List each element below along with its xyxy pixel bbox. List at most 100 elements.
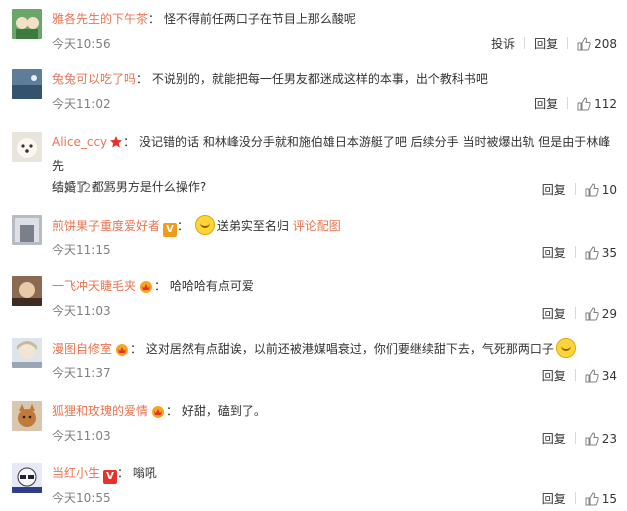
divider — [524, 37, 526, 49]
timestamp: 今天10:56 — [52, 37, 111, 51]
thumbs-up-icon — [577, 37, 591, 51]
timestamp: 今天11:02 — [52, 97, 111, 111]
timestamp: 今天12:12 — [52, 181, 111, 195]
like-count: 10 — [601, 183, 617, 197]
like-button[interactable]: 35 — [585, 246, 617, 260]
avatar[interactable] — [12, 276, 42, 306]
timestamp: 今天11:03 — [52, 304, 111, 318]
report-button[interactable]: 投诉 — [491, 37, 515, 51]
thumbs-up-icon — [585, 369, 599, 383]
username[interactable]: Alice_ccy — [52, 135, 107, 149]
comment-item: 兔兔可以吃了吗： 不说别的，就能把每一任男友都迷成这样的本事，出个教科书吧 今天… — [0, 69, 627, 119]
timestamp: 今天11:15 — [52, 243, 111, 257]
colon: ： — [123, 135, 136, 149]
vip-badge-icon: V — [103, 470, 118, 484]
comment-item: 当红小生 V： 嗡吼 今天10:55 回复 15 — [0, 463, 627, 508]
username[interactable]: 一飞冲天睫毛夹 — [52, 279, 136, 293]
thumbs-up-icon — [585, 183, 599, 197]
comment-text: 送弟实至名归 — [216, 219, 289, 233]
like-button[interactable]: 23 — [585, 432, 617, 446]
crown-badge-icon — [138, 279, 154, 300]
avatar[interactable] — [12, 463, 42, 493]
avatar[interactable] — [12, 69, 42, 99]
comment-text: 不说别的，就能把每一任男友都迷成这样的本事，出个教科书吧 — [151, 72, 488, 86]
reply-button[interactable]: 回复 — [542, 246, 566, 260]
like-button[interactable]: 112 — [577, 97, 617, 111]
timestamp: 今天10:55 — [52, 491, 111, 505]
divider — [574, 307, 576, 319]
comment-text-line-1: 没记错的话 和林峰没分手就和施伯雄日本游艇了吧 后续分手 当时被爆出轨 但是由于… — [52, 135, 611, 173]
comment-text: 嗡吼 — [132, 466, 157, 480]
like-count: 35 — [601, 246, 617, 260]
crown-badge-icon — [114, 342, 130, 363]
thumbs-up-icon — [585, 492, 599, 506]
username[interactable]: 当红小生 — [52, 466, 100, 480]
avatar[interactable] — [12, 401, 42, 431]
comment-item: 漫图自修室 ： 这对居然有点甜诶，以前还被港媒唱衰过，你们要继续甜下去，气死那两口… — [0, 338, 627, 383]
like-count: 15 — [601, 492, 617, 506]
like-button[interactable]: 34 — [585, 369, 617, 383]
colon: ： — [148, 12, 161, 26]
colon: ： — [117, 466, 130, 480]
colon: ： — [154, 279, 167, 293]
avatar[interactable] — [12, 338, 42, 368]
comment-item: 雅各先生的下午茶： 怪不得前任两口子在节目上那么酸呢 今天10:56 投诉 回复 2… — [0, 9, 627, 59]
crown-badge-icon — [150, 404, 166, 425]
colon: ： — [177, 219, 190, 233]
thumbs-up-icon — [577, 97, 591, 111]
comment-text: 哈哈哈有点可爱 — [169, 279, 254, 293]
thumbs-up-icon — [585, 246, 599, 260]
like-button[interactable]: 15 — [585, 492, 617, 506]
username[interactable]: 漫图自修室 — [52, 342, 112, 356]
username[interactable]: 狐狸和玫瑰的爱情 — [52, 404, 148, 418]
comment-text: 好甜，磕到了。 — [181, 404, 266, 418]
reply-button[interactable]: 回复 — [542, 183, 566, 197]
comment-image-link[interactable]: 评论配图 — [293, 219, 341, 233]
divider — [574, 432, 576, 444]
avatar[interactable] — [12, 9, 42, 39]
comment-item: Alice_ccy ： 没记错的话 和林峰没分手就和施伯雄日本游艇了吧 后续分手 … — [0, 132, 627, 197]
comment-text: 这对居然有点甜诶，以前还被港媒唱衰过，你们要继续甜下去，气死那两口子 — [145, 342, 554, 356]
divider — [574, 246, 576, 258]
thumbs-up-icon — [585, 432, 599, 446]
reply-button[interactable]: 回复 — [542, 492, 566, 506]
divider — [567, 97, 569, 109]
comment-item: 煎饼果子重度爱好者 V： 送弟实至名归 评论配图 今天11:15 回复 35 — [0, 215, 627, 260]
vip-badge-icon: V — [163, 223, 178, 237]
colon: ： — [166, 404, 179, 418]
comment-text: 怪不得前任两口子在节目上那么酸呢 — [163, 12, 356, 26]
reply-button[interactable]: 回复 — [542, 432, 566, 446]
like-count: 34 — [601, 369, 617, 383]
reply-button[interactable]: 回复 — [542, 307, 566, 321]
divider — [574, 369, 576, 381]
smile-emoji-icon — [555, 338, 576, 358]
divider — [574, 492, 576, 504]
like-count: 112 — [594, 97, 617, 111]
divider — [567, 37, 569, 49]
like-count: 208 — [594, 37, 617, 51]
avatar[interactable] — [12, 215, 42, 245]
colon: ： — [136, 72, 149, 86]
like-button[interactable]: 208 — [577, 37, 617, 51]
thumbs-up-icon — [585, 307, 599, 321]
colon: ： — [130, 342, 143, 356]
like-button[interactable]: 29 — [585, 307, 617, 321]
comment-item: 狐狸和玫瑰的爱情 ： 好甜，磕到了。 今天11:03 回复 23 — [0, 401, 627, 446]
like-count: 29 — [601, 307, 617, 321]
comment-item: 一飞冲天睫毛夹 ： 哈哈哈有点可爱 今天11:03 回复 29 — [0, 276, 627, 321]
reply-button[interactable]: 回复 — [534, 97, 558, 111]
like-button[interactable]: 10 — [585, 183, 617, 197]
username[interactable]: 雅各先生的下午茶 — [52, 12, 148, 26]
star-badge-icon — [109, 135, 123, 156]
timestamp: 今天11:37 — [52, 366, 111, 380]
timestamp: 今天11:03 — [52, 429, 111, 443]
reply-button[interactable]: 回复 — [534, 37, 558, 51]
like-count: 23 — [601, 432, 617, 446]
avatar[interactable] — [12, 132, 42, 162]
username[interactable]: 煎饼果子重度爱好者 — [52, 219, 160, 233]
comment-text-line-2: 结婚了 都骂男方是什么操作? — [52, 180, 207, 194]
username[interactable]: 兔兔可以吃了吗 — [52, 72, 136, 86]
divider — [574, 183, 576, 195]
smile-emoji-icon — [194, 215, 215, 235]
reply-button[interactable]: 回复 — [542, 369, 566, 383]
